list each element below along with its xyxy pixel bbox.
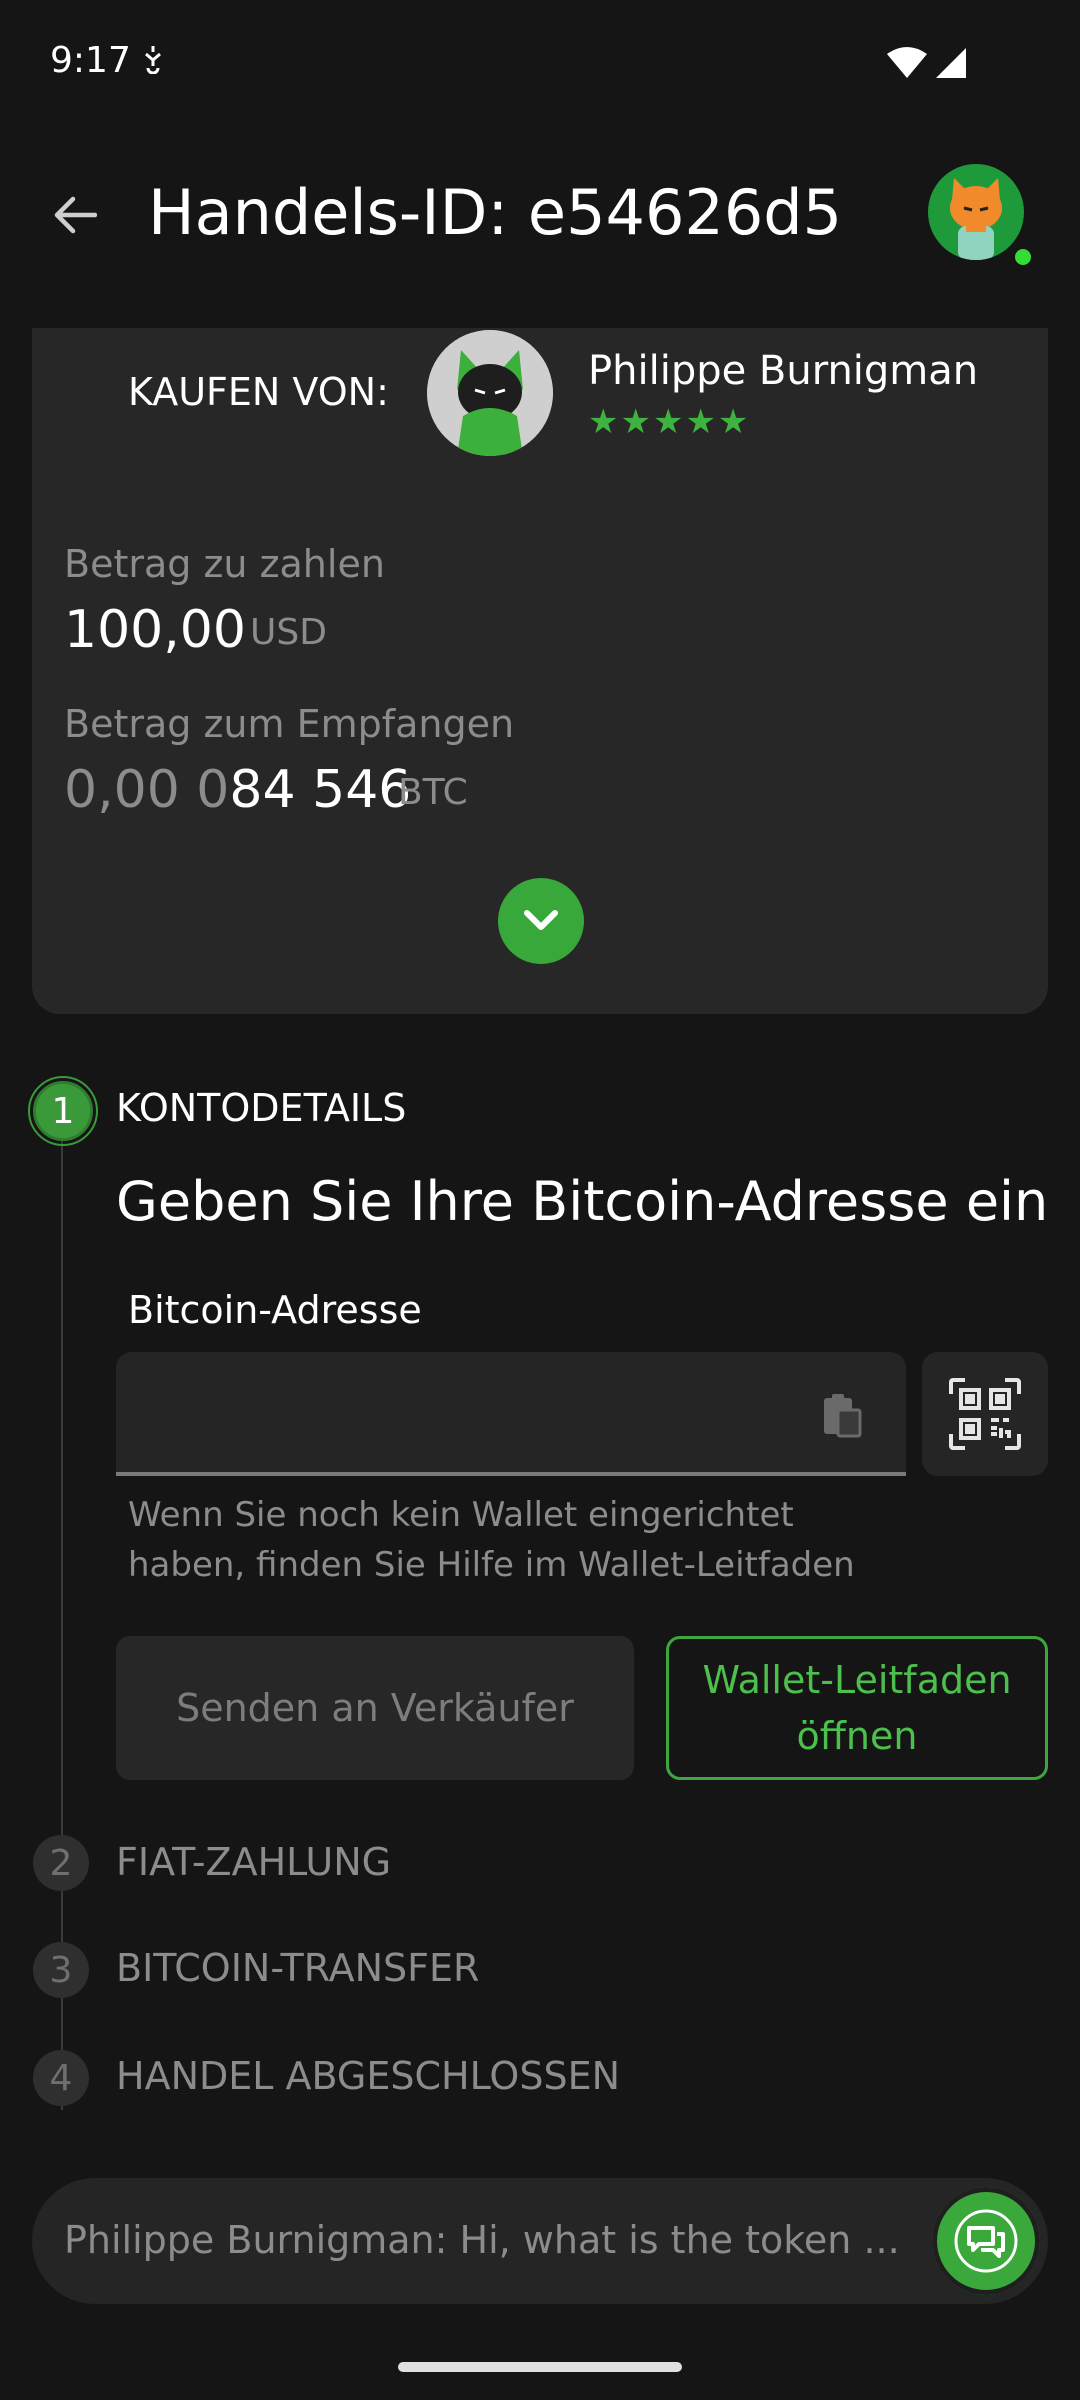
open-wallet-guide-button[interactable]: Wallet-Leitfaden öffnen bbox=[666, 1636, 1048, 1780]
step-4-number: 4 bbox=[33, 2050, 89, 2106]
bitcoin-address-label: Bitcoin-Adresse bbox=[128, 1288, 422, 1332]
online-indicator bbox=[1012, 246, 1034, 268]
chat-preview-text[interactable]: Philippe Burnigman: Hi, what is the toke… bbox=[64, 2218, 904, 2262]
nfc-icon bbox=[140, 44, 166, 82]
open-chat-button[interactable] bbox=[932, 2187, 1040, 2295]
clipboard-icon[interactable] bbox=[820, 1390, 864, 1438]
amount-to-pay-label: Betrag zu zahlen bbox=[64, 542, 385, 586]
status-time: 9:17 bbox=[50, 40, 131, 81]
step-4-title: HANDEL ABGESCHLOSSEN bbox=[116, 2054, 621, 2098]
wallet-helper-text: Wenn Sie noch kein Wallet eingerichtet h… bbox=[128, 1495, 855, 1585]
step-3-title: BITCOIN-TRANSFER bbox=[116, 1946, 480, 1990]
chat-bubbles-icon bbox=[954, 2209, 1018, 2273]
amount-to-receive-value: 0,00 084 546 bbox=[64, 760, 411, 820]
signal-icon bbox=[936, 48, 966, 78]
amount-to-pay-value: 100,00 bbox=[64, 600, 246, 660]
qr-scan-icon bbox=[949, 1378, 1021, 1450]
send-to-seller-button[interactable]: Senden an Verkäufer bbox=[116, 1636, 634, 1780]
amount-to-receive-leading: 0,00 0 bbox=[64, 760, 230, 820]
bitcoin-address-input[interactable] bbox=[116, 1352, 906, 1476]
arrow-back-icon bbox=[54, 196, 97, 234]
step-2-number: 2 bbox=[33, 1835, 89, 1891]
seller-avatar[interactable] bbox=[427, 330, 553, 456]
step-1-title: KONTODETAILS bbox=[116, 1086, 407, 1130]
wifi-icon bbox=[886, 47, 927, 78]
page-title: Handels-ID: e54626d5 bbox=[148, 176, 843, 249]
step-3-number: 3 bbox=[33, 1942, 89, 1998]
home-gesture-bar[interactable] bbox=[398, 2362, 682, 2372]
amount-to-receive-label: Betrag zum Empfangen bbox=[64, 702, 515, 746]
seller-rating: ★★★★★ bbox=[588, 402, 751, 442]
qr-scan-button[interactable] bbox=[922, 1352, 1048, 1476]
cat-avatar-icon bbox=[950, 178, 1002, 260]
step-2-title: FIAT-ZAHLUNG bbox=[116, 1840, 392, 1884]
seller-name[interactable]: Philippe Burnigman bbox=[588, 348, 978, 394]
status-icons bbox=[885, 46, 968, 84]
amount-to-receive-significant: 84 546 bbox=[229, 760, 412, 820]
avatar[interactable] bbox=[928, 164, 1024, 260]
amount-to-pay-currency: USD bbox=[250, 612, 327, 653]
bitcoin-address-headline: Geben Sie Ihre Bitcoin-Adresse ein bbox=[116, 1170, 1049, 1233]
amount-to-receive-currency: BTC bbox=[398, 772, 468, 813]
step-1-number: 1 bbox=[33, 1081, 93, 1141]
buy-from-label: KAUFEN VON: bbox=[128, 370, 389, 414]
chevron-down-icon bbox=[524, 910, 558, 930]
back-button[interactable] bbox=[40, 180, 110, 250]
expand-details-button[interactable] bbox=[498, 878, 584, 964]
